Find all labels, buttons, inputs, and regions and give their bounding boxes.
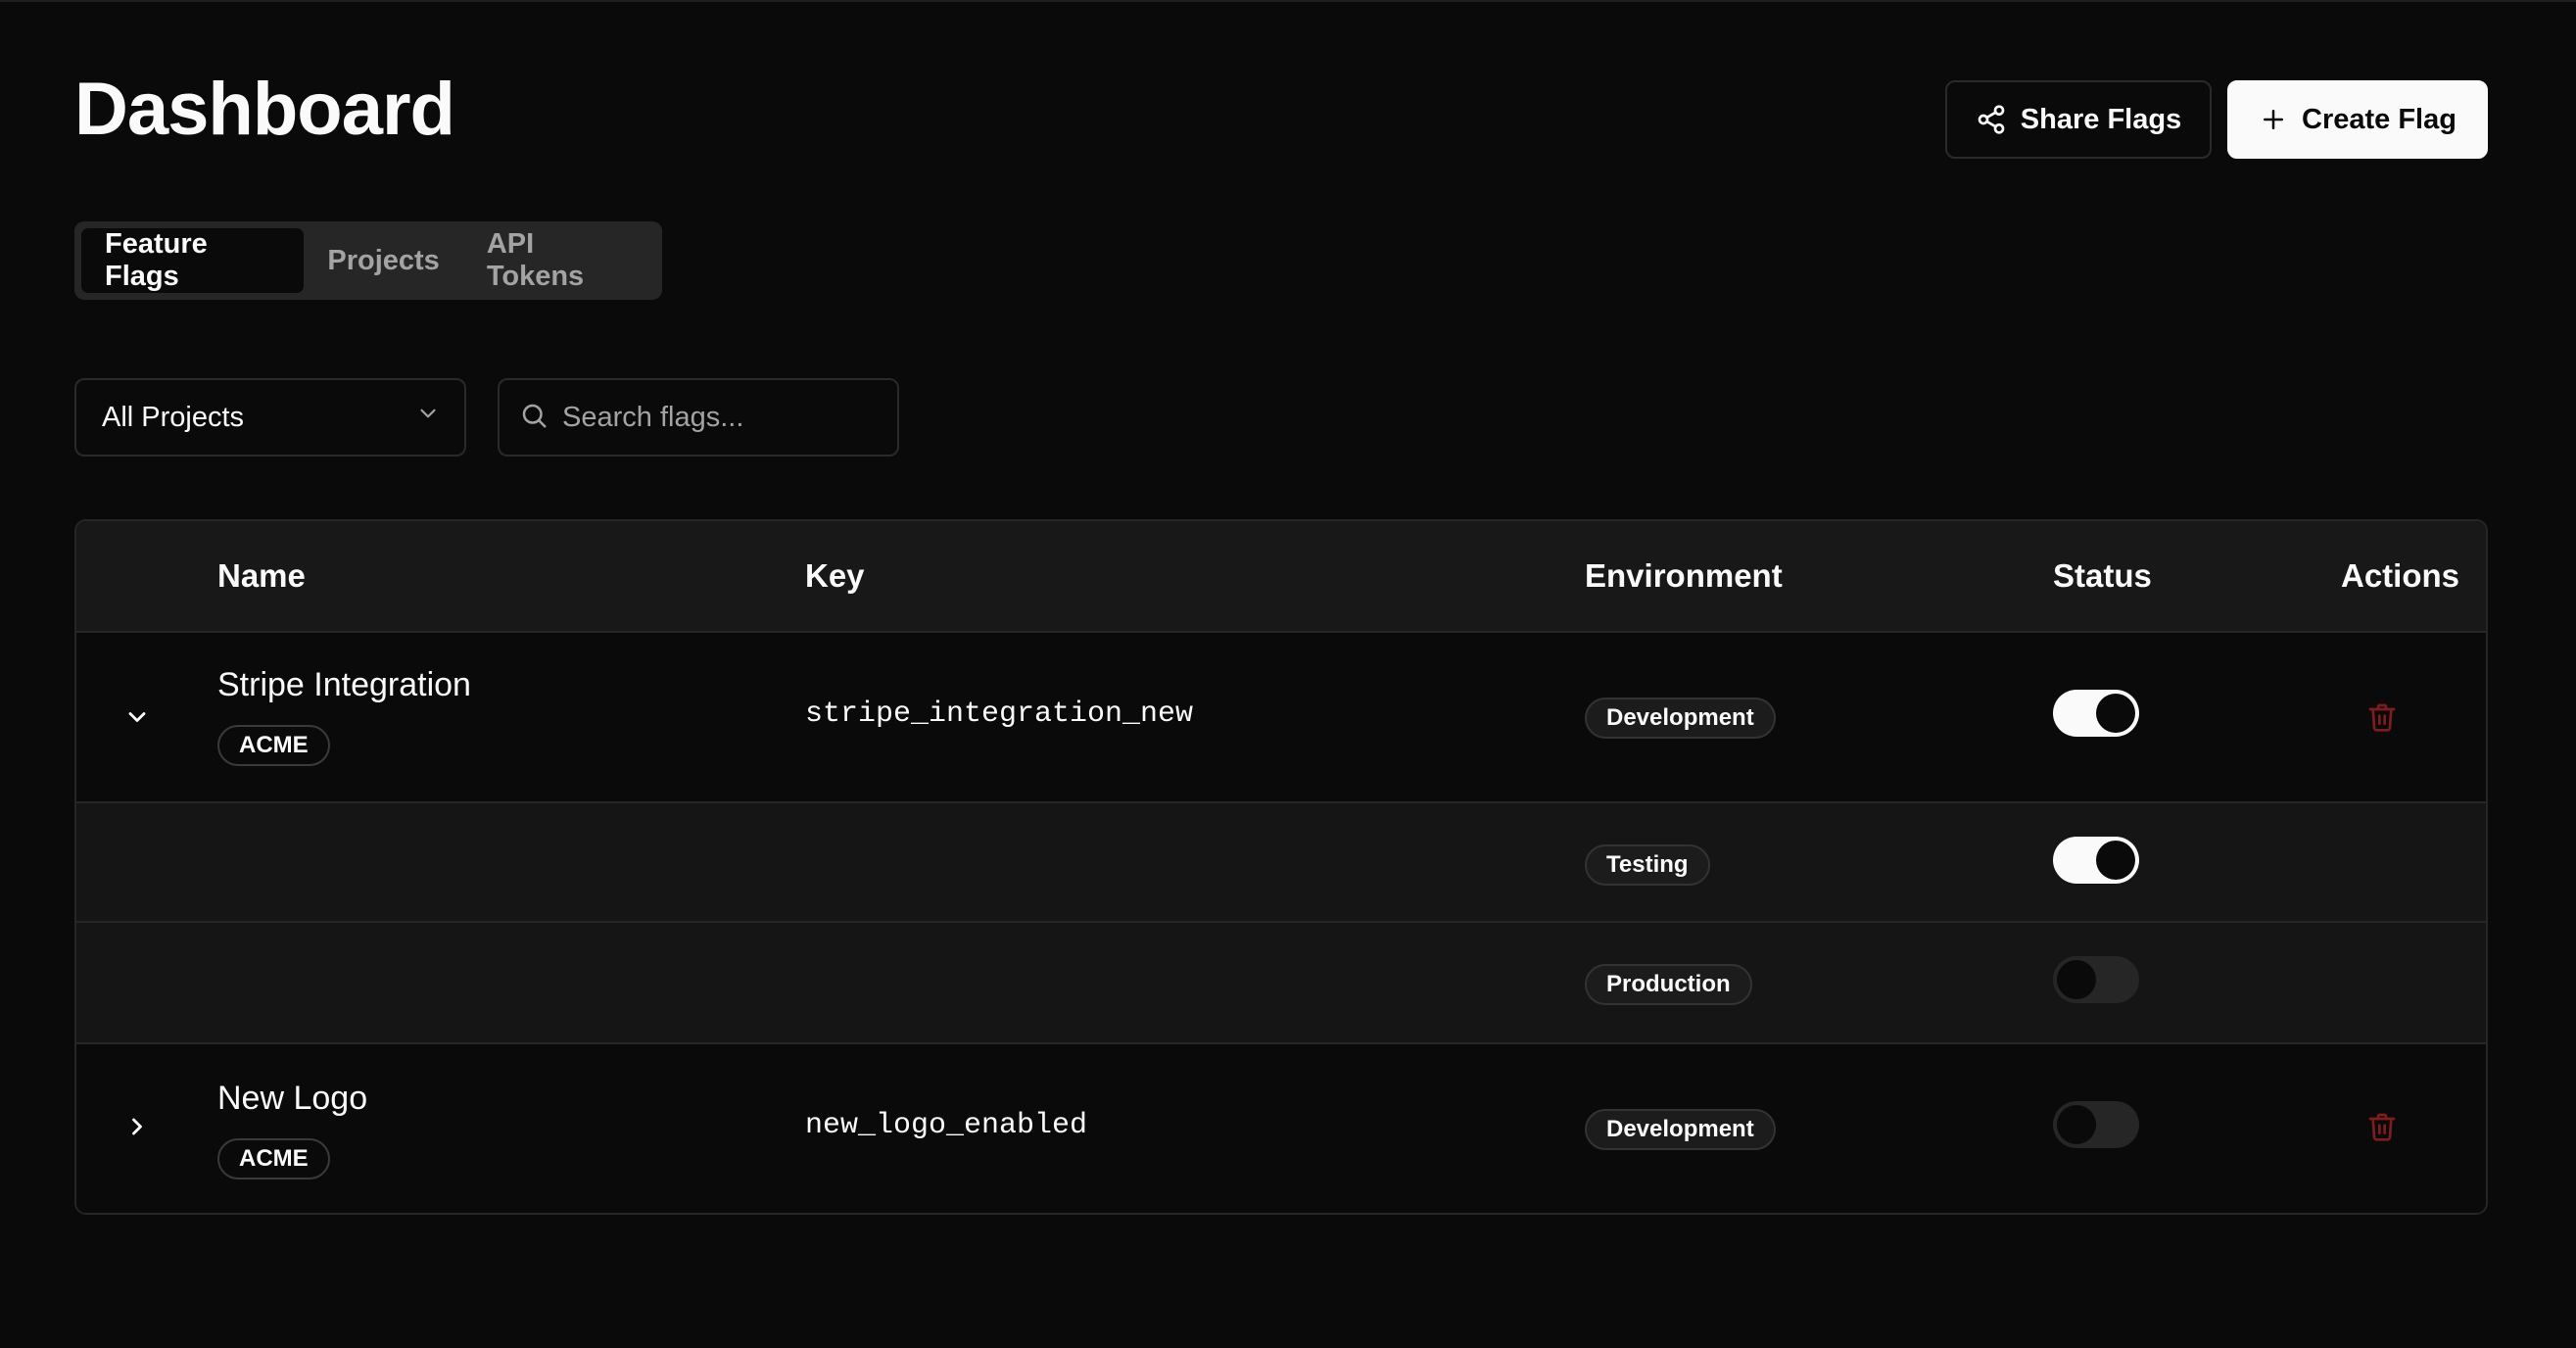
search-input[interactable]: [562, 401, 885, 434]
environment-row: Testing: [76, 803, 2486, 923]
share-flags-button[interactable]: Share Flags: [1945, 80, 2212, 159]
create-flag-button[interactable]: Create Flag: [2227, 80, 2488, 159]
project-badge: ACME: [217, 1138, 330, 1180]
plus-icon: [2259, 105, 2288, 134]
search-icon: [519, 401, 549, 435]
toggle-knob: [2096, 841, 2135, 880]
flag-name[interactable]: New Logo: [217, 1080, 367, 1118]
column-header-status: Status: [2053, 557, 2152, 594]
toggle-knob: [2096, 694, 2135, 733]
environment-badge: Development: [1585, 1109, 1776, 1150]
tab-feature-flags[interactable]: Feature Flags: [81, 228, 305, 293]
tab-list: Feature Flags Projects API Tokens: [74, 221, 662, 300]
column-header-key: Key: [805, 557, 865, 594]
status-toggle[interactable]: [2053, 1101, 2139, 1148]
flag-key: stripe_integration_new: [805, 698, 1194, 731]
delete-flag-button[interactable]: [2353, 1103, 2411, 1154]
delete-flag-button[interactable]: [2353, 694, 2411, 745]
column-header-environment: Environment: [1585, 557, 1783, 594]
status-toggle[interactable]: [2053, 690, 2139, 737]
project-badge: ACME: [217, 725, 330, 766]
chevron-right-icon: [123, 1113, 151, 1145]
flags-table: Name Key Environment Status Actions Stri…: [74, 519, 2488, 1215]
top-border: [0, 0, 2576, 2]
status-toggle[interactable]: [2053, 956, 2139, 1003]
column-header-name: Name: [217, 557, 306, 594]
search-box: [498, 378, 899, 457]
column-header-actions: Actions: [2341, 557, 2460, 594]
table-row: New Logo ACME new_logo_enabled Developme…: [76, 1044, 2486, 1213]
project-select[interactable]: All Projects: [74, 378, 466, 457]
expand-row-button[interactable]: [112, 694, 163, 745]
table-row: Stripe Integration ACME stripe_integrati…: [76, 633, 2486, 803]
share-icon: [1976, 104, 2007, 135]
status-toggle[interactable]: [2053, 837, 2139, 884]
table-header-row: Name Key Environment Status Actions: [76, 521, 2486, 633]
environment-badge: Testing: [1585, 844, 1710, 886]
flag-key: new_logo_enabled: [805, 1109, 1088, 1142]
trash-icon: [2366, 701, 2398, 738]
trash-icon: [2366, 1111, 2398, 1147]
chevron-down-icon: [415, 401, 441, 434]
expand-row-button[interactable]: [112, 1103, 163, 1154]
environment-badge: Production: [1585, 964, 1752, 1005]
chevron-down-icon: [123, 703, 151, 736]
create-flag-label: Create Flag: [2302, 103, 2457, 135]
tab-api-tokens[interactable]: API Tokens: [463, 228, 655, 293]
toggle-knob: [2057, 1105, 2096, 1144]
tab-projects[interactable]: Projects: [304, 228, 462, 293]
project-select-value: All Projects: [102, 401, 245, 433]
environment-row: Production: [76, 923, 2486, 1044]
share-flags-label: Share Flags: [2020, 103, 2182, 135]
environment-badge: Development: [1585, 698, 1776, 739]
flag-name[interactable]: Stripe Integration: [217, 666, 471, 704]
page-title: Dashboard: [74, 68, 455, 151]
toggle-knob: [2057, 960, 2096, 999]
